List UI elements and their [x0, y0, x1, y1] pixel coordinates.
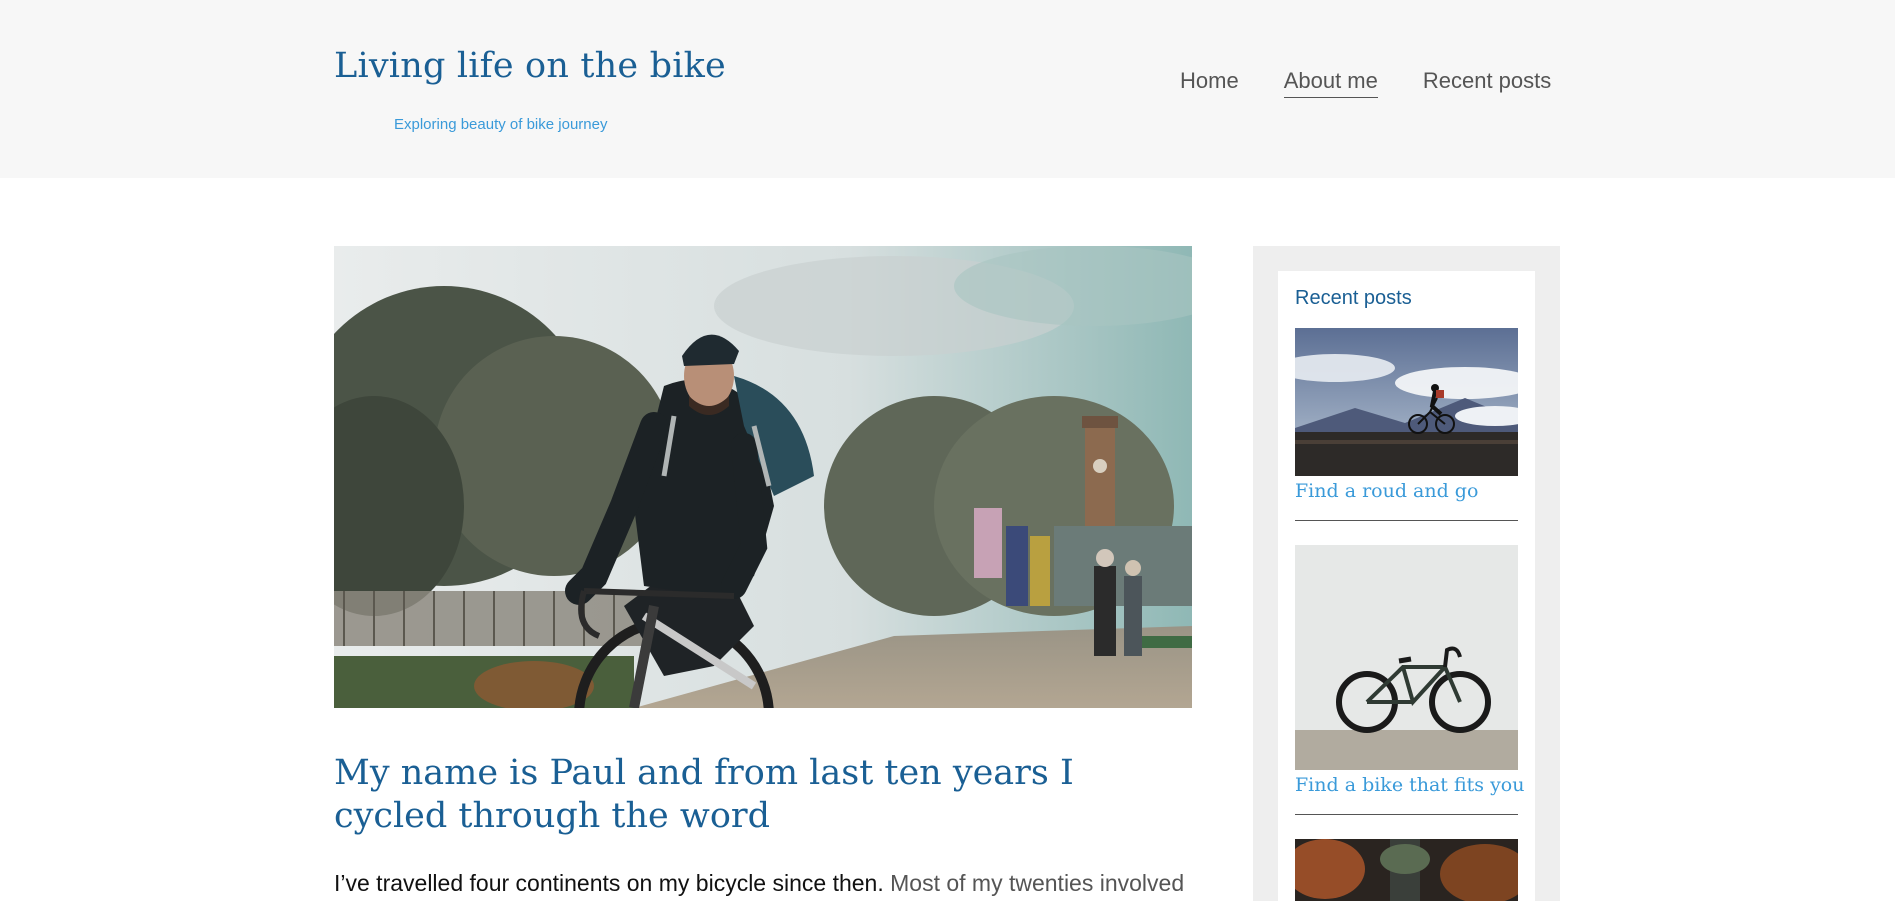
- divider: [1295, 814, 1518, 815]
- autumn-forest-image: [1295, 839, 1518, 901]
- recent-post-thumbnail[interactable]: [1295, 839, 1518, 901]
- mountain-cyclist-image: [1295, 328, 1518, 476]
- recent-posts-widget: Recent posts Find a roud and go Find a b…: [1278, 271, 1535, 901]
- cyclist-photo: [334, 246, 1192, 708]
- recent-post-link[interactable]: Find a bike that fits you: [1295, 774, 1524, 796]
- divider: [1295, 520, 1518, 521]
- site-tagline: Exploring beauty of bike journey: [394, 116, 608, 133]
- post-title: My name is Paul and from last ten years …: [334, 753, 1074, 836]
- nav-recent-posts[interactable]: Recent posts: [1423, 68, 1551, 98]
- post-lead-rest: Most of my twenties involved: [883, 870, 1185, 896]
- sidebar: Recent posts Find a roud and go Find a b…: [1253, 246, 1560, 901]
- recent-post-link[interactable]: Find a roud and go: [1295, 480, 1518, 502]
- widget-title: Recent posts: [1295, 287, 1412, 309]
- road-bike-image: [1295, 545, 1518, 770]
- recent-post-thumbnail[interactable]: [1295, 545, 1518, 770]
- recent-post-thumbnail[interactable]: [1295, 328, 1518, 476]
- site-title[interactable]: Living life on the bike: [334, 46, 726, 86]
- nav-about-me[interactable]: About me: [1283, 68, 1378, 98]
- hero-image: [334, 246, 1192, 708]
- recent-post-item: Find a roud and go: [1295, 328, 1518, 521]
- recent-post-item: [1295, 839, 1518, 901]
- site-header: Living life on the bike Exploring beauty…: [0, 0, 1895, 178]
- main-nav: Home About me Recent posts: [1180, 68, 1551, 98]
- post-lead: I’ve travelled four continents on my bic…: [334, 866, 1194, 900]
- recent-post-item: Find a bike that fits you: [1295, 545, 1524, 815]
- post-lead-bold: I’ve travelled four continents on my bic…: [334, 870, 884, 896]
- nav-home[interactable]: Home: [1180, 68, 1239, 98]
